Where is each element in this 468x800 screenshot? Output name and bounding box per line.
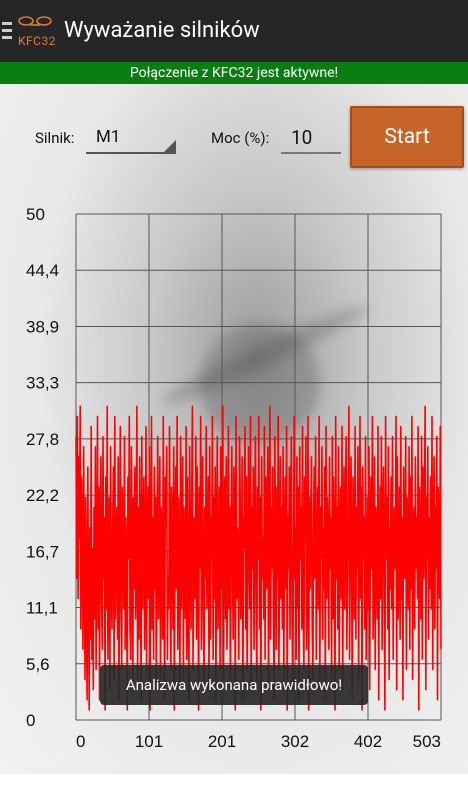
motor-select[interactable]: M1 [86,124,176,154]
app-title: Wyważanie silników [64,18,260,43]
x-tick-label: 101 [135,732,163,750]
y-tick-label: 50 [26,205,45,224]
x-tick-label: 302 [281,732,309,750]
x-tick-label: 0 [76,732,85,750]
power-input-value: 10 [291,126,313,149]
menu-icon[interactable] [2,22,12,40]
y-tick-label: 44,4 [26,261,59,280]
power-label: Moc (%): [211,129,270,147]
y-tick-label: 33,3 [26,374,59,393]
start-button[interactable]: Start [350,106,464,168]
y-tick-label: 16,7 [26,542,59,561]
y-tick-label: 27,8 [26,430,59,449]
y-tick-label: 22,2 [26,486,59,505]
x-tick-label: 201 [208,732,236,750]
bottom-area [0,774,468,800]
app-logo-icon[interactable]: KFC32 [16,12,56,50]
y-tick-label: 11,1 [26,599,58,618]
x-tick-label: 503 [413,732,441,750]
y-tick-label: 0 [26,711,35,730]
y-tick-label: 5,6 [26,655,50,674]
toast-message: Analizwa wykonana prawidłowo! [100,665,368,705]
dropdown-arrow-icon [164,140,176,152]
x-tick-label: 402 [354,732,382,750]
power-input[interactable]: 10 [281,124,341,154]
action-bar: KFC32 Wyważanie silników [0,0,468,62]
motor-label: Silnik: [35,129,75,147]
connection-status-bar: Połączenie z KFC32 jest aktywne! [0,62,468,84]
y-tick-label: 38,9 [26,317,59,336]
motor-select-value: M1 [96,127,121,147]
logo-text: KFC32 [18,34,56,48]
